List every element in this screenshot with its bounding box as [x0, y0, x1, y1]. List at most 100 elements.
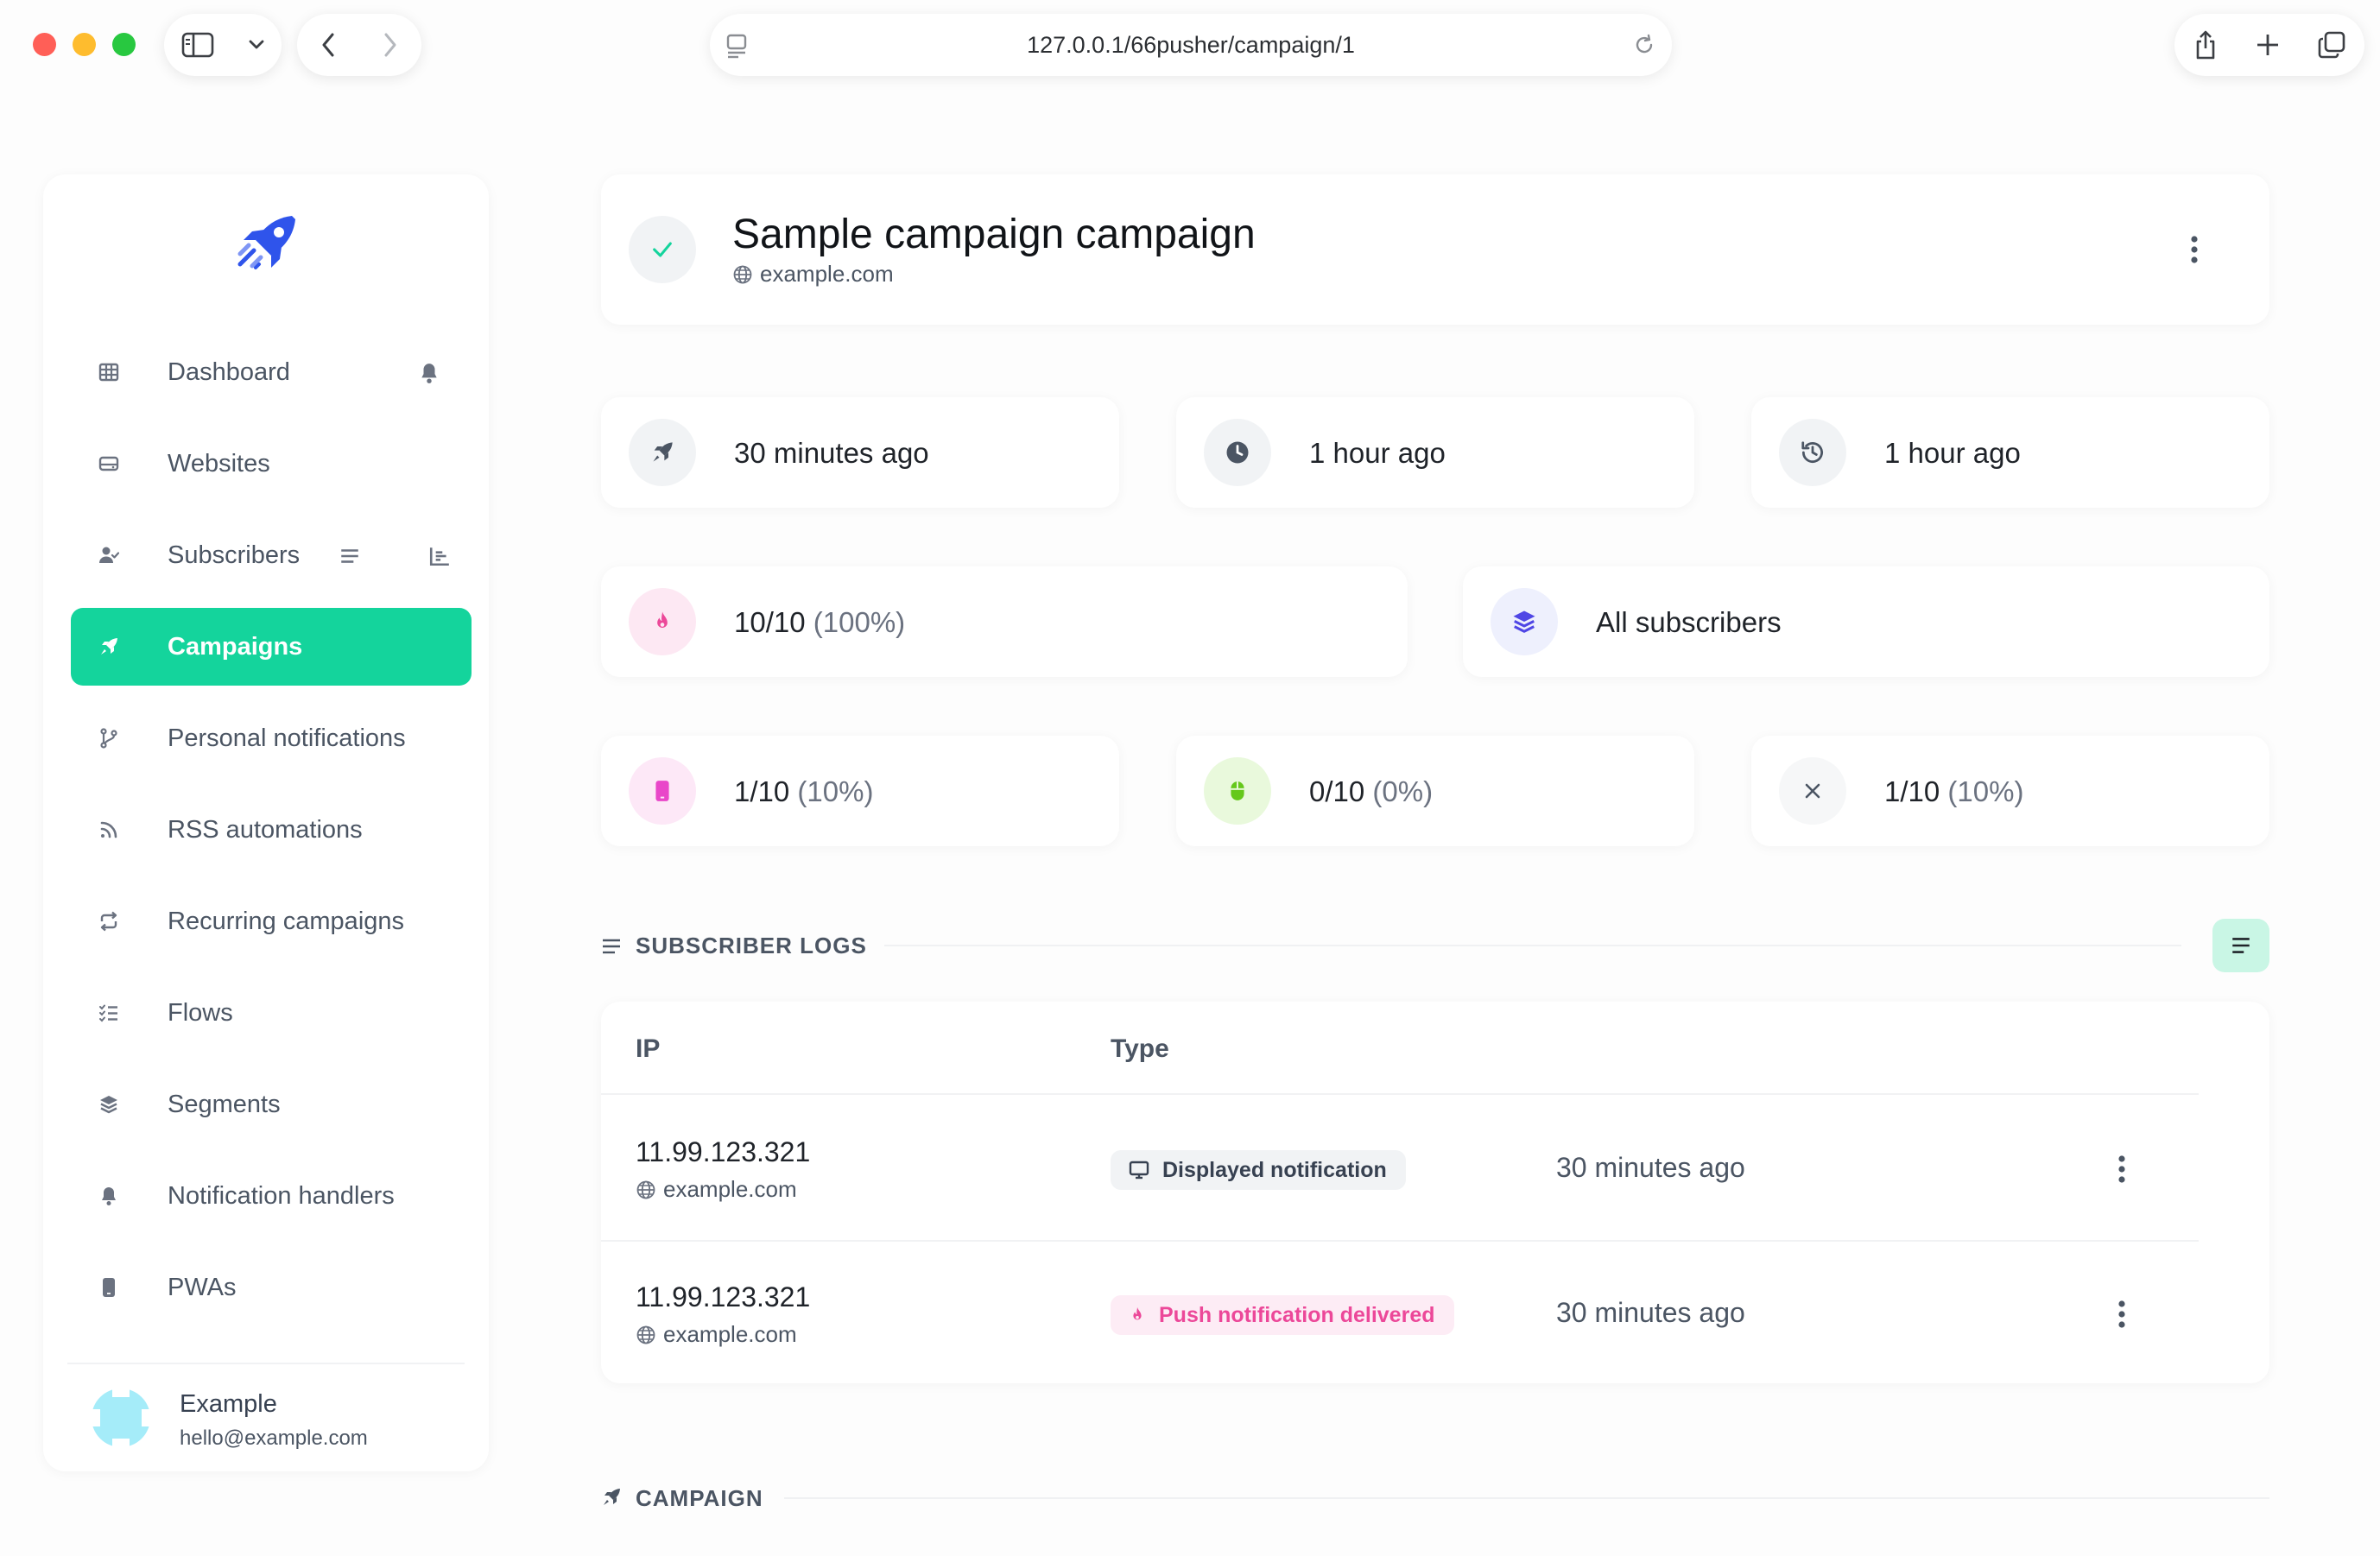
globe-icon: [636, 1325, 655, 1344]
sidebar-item-segments[interactable]: Segments: [71, 1066, 472, 1143]
badge-label: Displayed notification: [1162, 1157, 1387, 1182]
sidebar-item-websites[interactable]: Websites: [71, 425, 472, 503]
logs-filter-button[interactable]: [2212, 919, 2269, 972]
bar-chart-icon[interactable]: [428, 545, 451, 567]
sidebar-toggle-icon[interactable]: [181, 32, 214, 58]
forward-arrow-icon[interactable]: [383, 32, 398, 58]
sidebar-item-label: Segments: [168, 1090, 281, 1118]
log-type-badge: Displayed notification: [1111, 1150, 1406, 1190]
reload-icon[interactable]: [1632, 33, 1656, 61]
sidebar-item-notification-handlers[interactable]: Notification handlers: [71, 1157, 472, 1235]
divider: [784, 1497, 2269, 1499]
browser-actions-group: [2174, 14, 2364, 76]
sidebar-item-label: Subscribers: [168, 541, 301, 569]
chevron-down-icon[interactable]: [248, 39, 265, 51]
stat-clicked: 0/10 (0%): [1176, 736, 1694, 846]
sidebar-item-label: Campaigns: [168, 632, 303, 661]
stat-value: 1/10: [1884, 775, 1940, 807]
globe-icon: [636, 1180, 655, 1199]
stat-segment-text: All subscribers: [1596, 606, 1782, 638]
stat-closed: 1/10 (10%): [1751, 736, 2269, 846]
domain-text: example.com: [663, 1321, 797, 1347]
fire-icon: [1133, 1306, 1142, 1320]
sidebar-item-recurring-campaigns[interactable]: Recurring campaigns: [71, 882, 472, 960]
log-type-badge: Push notification delivered: [1111, 1295, 1454, 1335]
sidebar-item-label: Websites: [168, 449, 270, 478]
stat-displayed-text: 1/10 (10%): [734, 775, 873, 808]
share-icon[interactable]: [2193, 29, 2219, 60]
stat-updated-text: 1 hour ago: [1884, 437, 2021, 469]
domain-text: example.com: [760, 261, 894, 287]
log-ip: 11.99.123.321: [636, 1136, 811, 1167]
user-name: Example: [180, 1390, 277, 1418]
log-domain: example.com: [636, 1176, 797, 1203]
stat-icon: [1779, 419, 1846, 486]
table-icon: [98, 363, 119, 382]
stat-percent: (10%): [797, 775, 874, 807]
log-domain: example.com: [636, 1321, 797, 1348]
stat-value: 1/10: [734, 775, 790, 807]
sidebar-item-pwas[interactable]: PWAs: [71, 1249, 472, 1326]
zoom-window-button[interactable]: [112, 33, 136, 56]
hard-drive-icon: [98, 456, 119, 471]
divider: [601, 1240, 2199, 1242]
section-title-campaign: CAMPAIGN: [636, 1485, 763, 1511]
new-tab-plus-icon[interactable]: [2255, 32, 2281, 58]
user-check-icon: [99, 547, 119, 563]
history-nav-group: [297, 14, 421, 76]
rocket-logo-icon[interactable]: [231, 211, 301, 284]
stat-icon: [1779, 757, 1846, 825]
check-icon: [653, 242, 672, 257]
list-icon: [2232, 938, 2250, 953]
globe-icon: [733, 265, 752, 283]
list-icon: [603, 939, 620, 954]
sidebar-item-label: Dashboard: [168, 357, 290, 386]
layers-icon: [1513, 610, 1535, 633]
stat-scheduled: 1 hour ago: [1176, 397, 1694, 508]
sidebar-item-label: Notification handlers: [168, 1181, 395, 1210]
stat-sent-text: 30 minutes ago: [734, 437, 929, 469]
address-bar[interactable]: 127.0.0.1/66pusher/campaign/1: [710, 14, 1672, 76]
url-text: 127.0.0.1/66pusher/campaign/1: [1027, 32, 1355, 58]
stat-icon: [1491, 588, 1558, 655]
domain-text: example.com: [663, 1176, 797, 1202]
monitor-icon: [1129, 1161, 1149, 1180]
sidebar-item-subscribers[interactable]: Subscribers: [71, 516, 472, 594]
sidebar: Dashboard Websites Subscribers Campaigns…: [43, 174, 489, 1471]
stat-clicked-text: 0/10 (0%): [1309, 775, 1433, 808]
sidebar-item-flows[interactable]: Flows: [71, 974, 472, 1052]
sidebar-toggle-group: [164, 14, 282, 76]
stat-delivered: 10/10 (100%): [601, 566, 1408, 677]
stat-value: 0/10: [1309, 775, 1365, 807]
tab-overview-icon[interactable]: [2317, 30, 2346, 60]
stat-icon: [629, 588, 696, 655]
sidebar-item-campaigns[interactable]: Campaigns: [71, 608, 472, 686]
sidebar-item-personal-notifications[interactable]: Personal notifications: [71, 699, 472, 777]
back-arrow-icon[interactable]: [320, 32, 336, 58]
more-options-icon[interactable]: [2190, 235, 2199, 264]
bell-icon[interactable]: [418, 362, 440, 384]
sidebar-item-rss-automations[interactable]: RSS automations: [71, 791, 472, 869]
header-domain: example.com: [732, 261, 894, 288]
sidebar-item-dashboard[interactable]: Dashboard: [71, 333, 472, 411]
row-more-options-icon[interactable]: [2117, 1154, 2126, 1184]
row-more-options-icon[interactable]: [2117, 1300, 2126, 1329]
log-ip: 11.99.123.321: [636, 1281, 811, 1312]
branch-icon: [100, 728, 117, 749]
minimize-window-button[interactable]: [73, 33, 96, 56]
avatar[interactable]: [90, 1387, 152, 1449]
mobile-icon: [103, 1278, 115, 1297]
stat-displayed: 1/10 (10%): [601, 736, 1119, 846]
close-window-button[interactable]: [33, 33, 56, 56]
stat-scheduled-text: 1 hour ago: [1309, 437, 1446, 469]
column-header-type: Type: [1111, 1034, 1169, 1063]
stat-percent: (10%): [1947, 775, 2024, 807]
stat-icon: [1204, 757, 1271, 825]
list-icon[interactable]: [339, 545, 361, 567]
browser-chrome: 127.0.0.1/66pusher/campaign/1: [0, 0, 2380, 95]
sidebar-item-label: Personal notifications: [168, 724, 406, 752]
stat-delivered-text: 10/10 (100%): [734, 606, 905, 639]
rss-icon: [100, 821, 117, 838]
campaign-header: Sample campaign campaign example.com: [601, 174, 2269, 325]
stat-sent: 30 minutes ago: [601, 397, 1119, 508]
